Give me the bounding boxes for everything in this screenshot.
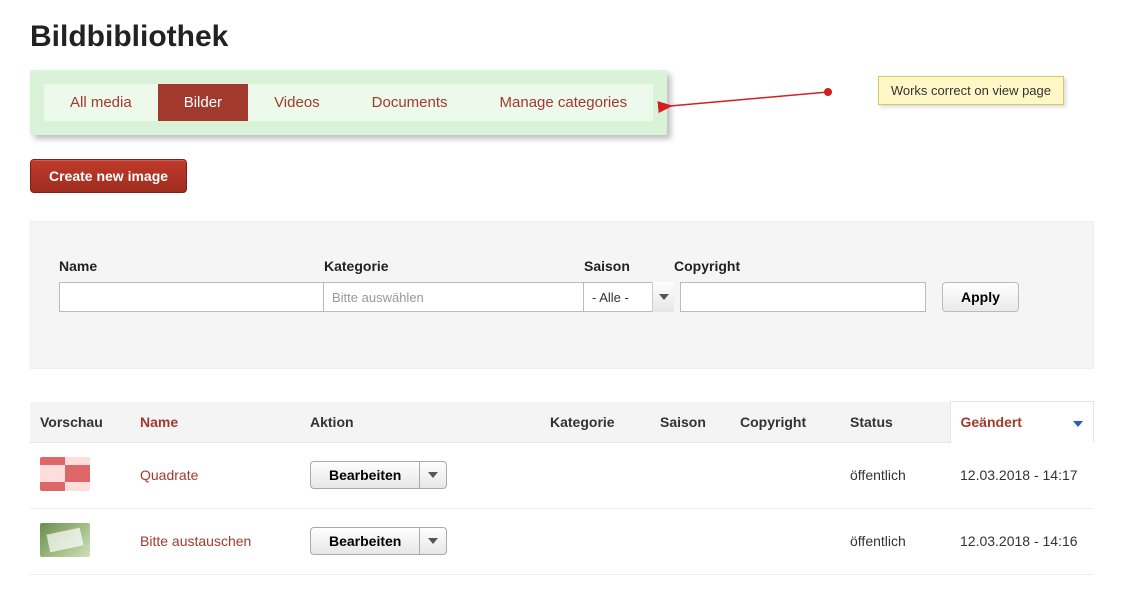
cell-geaendert: 12.03.2018 - 14:17 [950,442,1094,508]
cell-copyright [730,442,840,508]
filter-name-input[interactable] [59,282,324,312]
thumbnail [40,457,90,491]
cell-status: öffentlich [840,442,950,508]
cell-status: öffentlich [840,508,950,574]
filter-saison-select[interactable] [584,282,674,312]
filter-kategorie-label: Kategorie [324,258,584,274]
chevron-down-icon [428,538,438,544]
sort-desc-icon [1073,414,1083,430]
tab-documents[interactable]: Documents [346,84,474,121]
edit-button[interactable]: Bearbeiten [310,461,419,489]
th-status: Status [840,402,950,443]
th-geaendert[interactable]: Geändert [950,402,1094,443]
cell-saison [650,508,730,574]
th-name[interactable]: Name [130,402,300,443]
filter-kategorie-input[interactable] [324,282,584,312]
apply-button[interactable]: Apply [942,282,1019,312]
filter-saison-label: Saison [584,258,674,274]
tab-bilder[interactable]: Bilder [158,84,248,121]
tab-manage-categories[interactable]: Manage categories [474,84,654,121]
thumbnail [40,523,90,557]
filter-name-label: Name [59,258,324,274]
row-name-link[interactable]: Quadrate [140,467,198,483]
th-vorschau: Vorschau [30,402,130,443]
edit-dropdown-toggle[interactable] [419,461,447,489]
th-copyright: Copyright [730,402,840,443]
annotation-arrow [660,88,840,128]
th-saison: Saison [650,402,730,443]
tabs-container: All media Bilder Videos Documents Manage… [30,70,667,135]
cell-kategorie [540,442,650,508]
th-aktion: Aktion [300,402,540,443]
chevron-down-icon [428,472,438,478]
th-kategorie: Kategorie [540,402,650,443]
table-row: Bitte austauschen Bearbeiten öffentlich … [30,508,1094,574]
tab-videos[interactable]: Videos [248,84,346,121]
create-new-image-button[interactable]: Create new image [30,159,187,193]
annotation-callout: Works correct on view page [878,76,1064,105]
filter-copyright-label: Copyright [674,258,926,274]
tab-all-media[interactable]: All media [44,84,158,121]
table-row: Quadrate Bearbeiten öffentlich 12.03.201… [30,442,1094,508]
results-table: Vorschau Name Aktion Kategorie Saison Co… [30,401,1094,575]
filter-panel: Name Kategorie Saison Copyright [30,221,1094,369]
row-name-link[interactable]: Bitte austauschen [140,533,251,549]
cell-copyright [730,508,840,574]
page-title: Bildbibliothek [30,20,1094,54]
filter-copyright-input[interactable] [680,282,926,312]
cell-geaendert: 12.03.2018 - 14:16 [950,508,1094,574]
cell-saison [650,442,730,508]
cell-kategorie [540,508,650,574]
